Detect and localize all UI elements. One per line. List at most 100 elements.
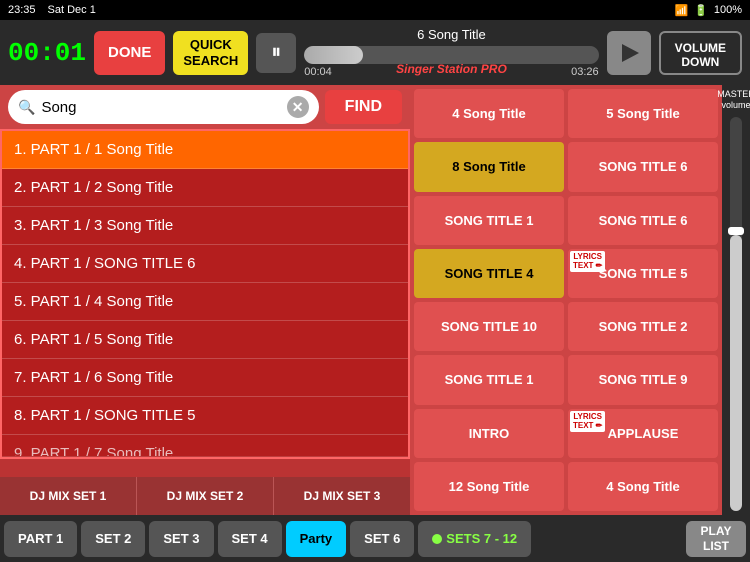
search-input[interactable] xyxy=(41,99,280,116)
song-row: SONG TITLE 1 SONG TITLE 6 xyxy=(414,196,718,245)
volume-down-button[interactable]: VOLUMEDOWN xyxy=(659,31,742,75)
search-result-item[interactable]: 3. PART 1 / 3 Song Title xyxy=(2,207,408,245)
song-button-label: SONG TITLE 4 xyxy=(445,266,534,281)
song-button[interactable]: SONG TITLE 1 xyxy=(414,355,564,404)
search-bar: 🔍 ✕ FIND xyxy=(0,85,410,129)
search-result-item[interactable]: 5. PART 1 / 4 Song Title xyxy=(2,283,408,321)
wifi-icon: 📶 xyxy=(674,4,688,17)
song-button[interactable]: SONG TITLE 6 xyxy=(568,142,718,191)
playlist-button[interactable]: PLAYLIST xyxy=(686,521,746,557)
search-result-item[interactable]: 6. PART 1 / 5 Song Title xyxy=(2,321,408,359)
song-button[interactable]: INTRO xyxy=(414,409,564,458)
song-button[interactable]: 12 Song Title xyxy=(414,462,564,511)
volume-slider-track[interactable] xyxy=(730,117,742,511)
song-button[interactable]: SONG TITLE 2 xyxy=(568,302,718,351)
song-button[interactable]: 8 Song Title xyxy=(414,142,564,191)
volume-label: MASTERvolume xyxy=(717,89,750,111)
done-button[interactable]: DONE xyxy=(94,31,165,75)
volume-panel: MASTERvolume xyxy=(722,85,750,515)
time-elapsed: 00:04 xyxy=(304,66,332,78)
logo: Singer Station PRO xyxy=(396,62,507,76)
lyrics-badge: LYRICSTEXT ✏ xyxy=(570,411,605,432)
play-button[interactable] xyxy=(607,31,651,75)
clear-button[interactable]: ✕ xyxy=(287,96,309,118)
battery-level: 100% xyxy=(714,4,742,16)
search-result-item[interactable]: 7. PART 1 / 6 Song Title xyxy=(2,359,408,397)
nav-button[interactable]: SET 4 xyxy=(218,521,282,557)
search-input-wrapper: 🔍 ✕ xyxy=(8,90,319,124)
pause-button[interactable]: ⏸ xyxy=(256,33,296,73)
progress-area: 6 Song Title 00:04 03:26 Singer Station … xyxy=(304,27,598,78)
dj-mix-tab[interactable]: DJ MIX SET 2 xyxy=(137,477,274,515)
search-results-dropdown: 1. PART 1 / 1 Song Title2. PART 1 / 2 So… xyxy=(0,129,410,459)
song-button-label: INTRO xyxy=(469,426,509,441)
song-row: SONG TITLE 4 LYRICSTEXT ✏SONG TITLE 5 xyxy=(414,249,718,298)
quick-search-button[interactable]: QUICKSEARCH xyxy=(173,31,248,75)
song-button-label: 8 Song Title xyxy=(452,159,525,174)
song-button-label: 4 Song Title xyxy=(606,479,679,494)
song-grid: 4 Song Title 5 Song Title 8 Song Title SONG… xyxy=(410,85,722,515)
song-button-label: SONG TITLE 5 xyxy=(599,266,688,281)
nav-button[interactable]: Party xyxy=(286,521,347,557)
song-row: SONG TITLE 1 SONG TITLE 9 xyxy=(414,355,718,404)
dj-tabs: DJ MIX SET 1DJ MIX SET 2DJ MIX SET 3 xyxy=(0,477,410,515)
song-button[interactable]: SONG TITLE 1 xyxy=(414,196,564,245)
current-song-title: 6 Song Title xyxy=(417,27,486,42)
song-button[interactable]: SONG TITLE 6 xyxy=(568,196,718,245)
nav-button[interactable]: SET 2 xyxy=(81,521,145,557)
search-result-item[interactable]: 8. PART 1 / SONG TITLE 5 xyxy=(2,397,408,435)
song-row: INTRO LYRICSTEXT ✏APPLAUSE xyxy=(414,409,718,458)
status-time: 23:35 xyxy=(8,4,36,16)
time-remaining: 03:26 xyxy=(571,66,599,78)
song-button-label: SONG TITLE 1 xyxy=(445,213,534,228)
song-button-label: SONG TITLE 6 xyxy=(599,213,688,228)
status-date: Sat Dec 1 xyxy=(48,4,96,16)
song-button[interactable]: LYRICSTEXT ✏APPLAUSE xyxy=(568,409,718,458)
song-button-label: APPLAUSE xyxy=(608,426,679,441)
volume-slider-fill xyxy=(730,235,742,511)
song-button-label: SONG TITLE 1 xyxy=(445,372,534,387)
song-row: 12 Song Title 4 Song Title xyxy=(414,462,718,511)
song-button[interactable]: SONG TITLE 9 xyxy=(568,355,718,404)
find-button[interactable]: FIND xyxy=(325,90,402,124)
dj-mix-tab[interactable]: DJ MIX SET 3 xyxy=(274,477,410,515)
search-result-item[interactable]: 9. PART 1 / 7 Song Title xyxy=(2,435,408,457)
battery-icon: 🔋 xyxy=(694,4,708,17)
song-row: 4 Song Title 5 Song Title xyxy=(414,89,718,138)
song-row: SONG TITLE 10 SONG TITLE 2 xyxy=(414,302,718,351)
left-panel: 🔍 ✕ FIND 1. PART 1 / 1 Song Title2. PART… xyxy=(0,85,410,515)
timer-display: 00:01 xyxy=(8,38,86,68)
search-result-item[interactable]: 1. PART 1 / 1 Song Title xyxy=(2,131,408,169)
nav-button[interactable]: PART 1 xyxy=(4,521,77,557)
search-result-item[interactable]: 4. PART 1 / SONG TITLE 6 xyxy=(2,245,408,283)
nav-button[interactable]: SET 6 xyxy=(350,521,414,557)
nav-sets-712-button[interactable]: SETS 7 - 12 xyxy=(418,521,531,557)
song-button[interactable]: LYRICSTEXT ✏SONG TITLE 5 xyxy=(568,249,718,298)
progress-fill xyxy=(304,46,363,64)
green-dot-icon xyxy=(432,534,442,544)
song-button-label: SONG TITLE 2 xyxy=(599,319,688,334)
dj-mix-tab[interactable]: DJ MIX SET 1 xyxy=(0,477,137,515)
song-button-label: SONG TITLE 9 xyxy=(599,372,688,387)
song-button-label: 5 Song Title xyxy=(606,106,679,121)
status-bar: 23:35 Sat Dec 1 📶 🔋 100% xyxy=(0,0,750,20)
song-button-label: SONG TITLE 10 xyxy=(441,319,537,334)
lyrics-badge: LYRICSTEXT ✏ xyxy=(570,251,605,272)
song-button[interactable]: 4 Song Title xyxy=(414,89,564,138)
pause-icon: ⏸ xyxy=(271,41,281,64)
search-result-item[interactable]: 2. PART 1 / 2 Song Title xyxy=(2,169,408,207)
song-button[interactable]: 5 Song Title xyxy=(568,89,718,138)
song-button-label: 12 Song Title xyxy=(449,479,530,494)
play-icon xyxy=(617,41,641,65)
song-button[interactable]: SONG TITLE 10 xyxy=(414,302,564,351)
song-button[interactable]: 4 Song Title xyxy=(568,462,718,511)
volume-slider-handle[interactable] xyxy=(728,227,744,235)
song-row: 8 Song Title SONG TITLE 6 xyxy=(414,142,718,191)
search-icon: 🔍 xyxy=(18,99,35,116)
bottom-nav: PART 1SET 2SET 3SET 4PartySET 6 SETS 7 - … xyxy=(0,515,750,562)
song-button[interactable]: SONG TITLE 4 xyxy=(414,249,564,298)
sets-712-label: SETS 7 - 12 xyxy=(446,531,517,546)
main-content: 🔍 ✕ FIND 1. PART 1 / 1 Song Title2. PART… xyxy=(0,85,750,515)
toolbar: 00:01 DONE QUICKSEARCH ⏸ 6 Song Title 00… xyxy=(0,20,750,85)
nav-button[interactable]: SET 3 xyxy=(149,521,213,557)
